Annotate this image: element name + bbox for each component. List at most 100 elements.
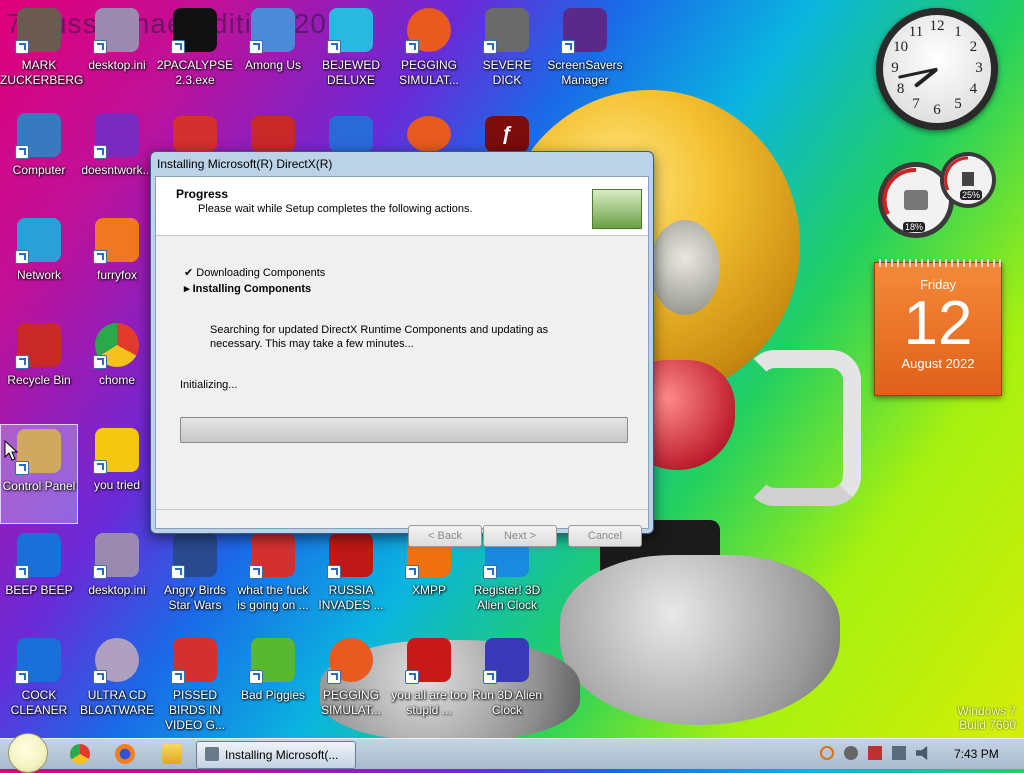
control-panel-icon: [15, 429, 61, 475]
clock-gadget[interactable]: 12 1 2 3 4 5 6 7 8 9 10 11: [876, 8, 998, 130]
gem-icon: [327, 8, 373, 54]
calendar-month-year: August 2022: [901, 356, 975, 371]
firefox-icon: [93, 218, 139, 264]
desktop-icon[interactable]: MARK ZUCKERBERG: [0, 4, 83, 104]
desktop-icon[interactable]: BEEP BEEP: [0, 529, 78, 629]
desktop-icon[interactable]: Network: [0, 214, 78, 314]
checkmark-icon: ✔: [184, 267, 194, 279]
step-label: Downloading Components: [196, 267, 326, 279]
partial-desktop-icon[interactable]: [312, 112, 390, 152]
person-shortcut-icon: [15, 8, 61, 54]
taskbar-clock-time[interactable]: 7:43 PM: [954, 747, 999, 761]
dialog-header: Progress Please wait while Setup complet…: [156, 177, 648, 236]
bad-piggies-icon: [249, 638, 295, 684]
desktop-icon[interactable]: PEGGING SIMULAT...: [312, 634, 390, 734]
desktop-icon[interactable]: ULTRA CD BLOATWARE: [78, 634, 156, 734]
desktop-icon[interactable]: Control Panel: [0, 424, 78, 524]
shortcut-arrow-icon: [327, 670, 341, 684]
shortcut-arrow-icon: [249, 40, 263, 54]
desktop-icon[interactable]: BEJEWED DELUXE: [312, 4, 390, 104]
taskbar-button-directx-installer[interactable]: Installing Microsoft(...: [196, 741, 356, 769]
desktop-icon[interactable]: what the fuck is going on ...: [234, 529, 312, 629]
desktop-icon-label: what the fuck is going on ...: [237, 583, 309, 612]
desktop-icon[interactable]: RUSSIA INVADES ...: [312, 529, 390, 629]
desktop-icon[interactable]: SEVERE DICK: [468, 4, 546, 104]
calendar-gadget[interactable]: Friday 12 August 2022: [874, 259, 1002, 396]
calendar-rings: [875, 259, 1001, 267]
volume-icon[interactable]: [916, 746, 928, 760]
ini-file-icon: [93, 533, 139, 579]
shortcut-arrow-icon: [93, 250, 107, 264]
cpu-meter-gadget[interactable]: 18% 25%: [876, 148, 998, 240]
desktop-icon[interactable]: furryfox: [78, 214, 156, 314]
angry-birds-icon: [249, 533, 295, 579]
shortcut-arrow-icon: [93, 145, 107, 159]
desktop-icon[interactable]: Computer: [0, 109, 78, 209]
clock-number: 6: [933, 102, 941, 118]
gold-star-icon: [93, 428, 139, 474]
shortcut-arrow-icon: [15, 355, 29, 369]
desktop-icon-label: desktop.ini: [88, 58, 146, 72]
desktop-icon[interactable]: PEGGING SIMULAT...: [390, 4, 468, 104]
action-center-icon[interactable]: [868, 746, 882, 760]
desktop-icon[interactable]: you all are too stupid ...: [390, 634, 468, 734]
shortcut-arrow-icon: [171, 40, 185, 54]
desktop-icon-label: Control Panel: [2, 479, 76, 493]
angry-birds-icon: [171, 638, 217, 684]
desktop-icon[interactable]: Angry Birds Star Wars: [156, 529, 234, 629]
clock-number: 8: [896, 81, 905, 97]
directx-installer-dialog[interactable]: Installing Microsoft(R) DirectX(R) Progr…: [150, 151, 654, 547]
desktop-icon-label: ULTRA CD BLOATWARE: [79, 688, 154, 717]
desktop-icon-label: Bad Piggies: [240, 688, 306, 702]
shortcut-arrow-icon: [15, 145, 29, 159]
pegging-icon: [327, 638, 373, 684]
desktop-icon[interactable]: COCK CLEANER: [0, 634, 78, 734]
angry-birds-icon: [173, 116, 217, 152]
desktop-icon[interactable]: chome: [78, 319, 156, 419]
desktop-icon-label: Register! 3D Alien Clock: [473, 583, 541, 612]
desktop-icon[interactable]: doesntwork...: [78, 109, 156, 209]
start-button[interactable]: [8, 733, 48, 773]
shortcut-arrow-icon: [327, 40, 341, 54]
explorer-folder-icon[interactable]: [162, 744, 182, 764]
desktop-icon[interactable]: PISSED BIRDS IN VIDEO G...: [156, 634, 234, 734]
cancel-button[interactable]: Cancel: [568, 525, 642, 547]
desktop-icon[interactable]: Run 3D Alien Clock: [468, 634, 546, 734]
chrome-icon[interactable]: [70, 744, 90, 764]
desktop-icon-label: you all are too stupid ...: [391, 688, 467, 717]
partial-desktop-icon[interactable]: ƒ: [468, 112, 546, 152]
shortcut-arrow-icon: [93, 670, 107, 684]
taskbar-task-label: Installing Microsoft(...: [225, 748, 339, 762]
desktop-icon-label: BEEP BEEP: [5, 583, 73, 597]
desktop-icon[interactable]: desktop.ini: [78, 4, 156, 104]
desktop-icon[interactable]: Recycle Bin: [0, 319, 78, 419]
system-tray: 7:43 PM: [818, 739, 1024, 769]
pegging-icon: [405, 8, 451, 54]
desktop-icon[interactable]: desktop.ini: [78, 529, 156, 629]
network-icon[interactable]: [892, 746, 906, 760]
search-icon[interactable]: [820, 746, 834, 760]
current-step-arrow-icon: ▸: [184, 283, 190, 295]
desktop-icon-label: PISSED BIRDS IN VIDEO G...: [164, 688, 225, 732]
desktop-icon[interactable]: Bad Piggies: [234, 634, 312, 734]
desktop-icon-label: BEJEWED DELUXE: [321, 58, 380, 87]
desktop-icon-label: chome: [98, 373, 136, 387]
next-button[interactable]: Next >: [483, 525, 557, 547]
desktop-icon[interactable]: you tried: [78, 424, 156, 524]
cd-icon: [93, 638, 139, 684]
smiley-icon[interactable]: [844, 746, 858, 760]
desktop-icon[interactable]: ScreenSavers Manager: [546, 4, 624, 104]
desktop-icon[interactable]: Among Us: [234, 4, 312, 104]
memory-usage-value: 25%: [960, 190, 983, 200]
dialog-title[interactable]: Installing Microsoft(R) DirectX(R): [151, 152, 653, 176]
back-button[interactable]: < Back: [408, 525, 482, 547]
pegging-icon: [407, 116, 451, 152]
partial-desktop-icon[interactable]: [234, 112, 312, 152]
desktop-icon-label: Angry Birds Star Wars: [163, 583, 227, 612]
partial-desktop-icon[interactable]: [390, 112, 468, 152]
firefox-icon[interactable]: [115, 744, 135, 764]
desktop-icon-label: furryfox: [96, 268, 137, 282]
partial-desktop-icon[interactable]: [156, 112, 234, 152]
desktop-icon[interactable]: 2PACALYPSE 2.3.exe: [156, 4, 234, 104]
shortcut-arrow-icon: [15, 670, 29, 684]
